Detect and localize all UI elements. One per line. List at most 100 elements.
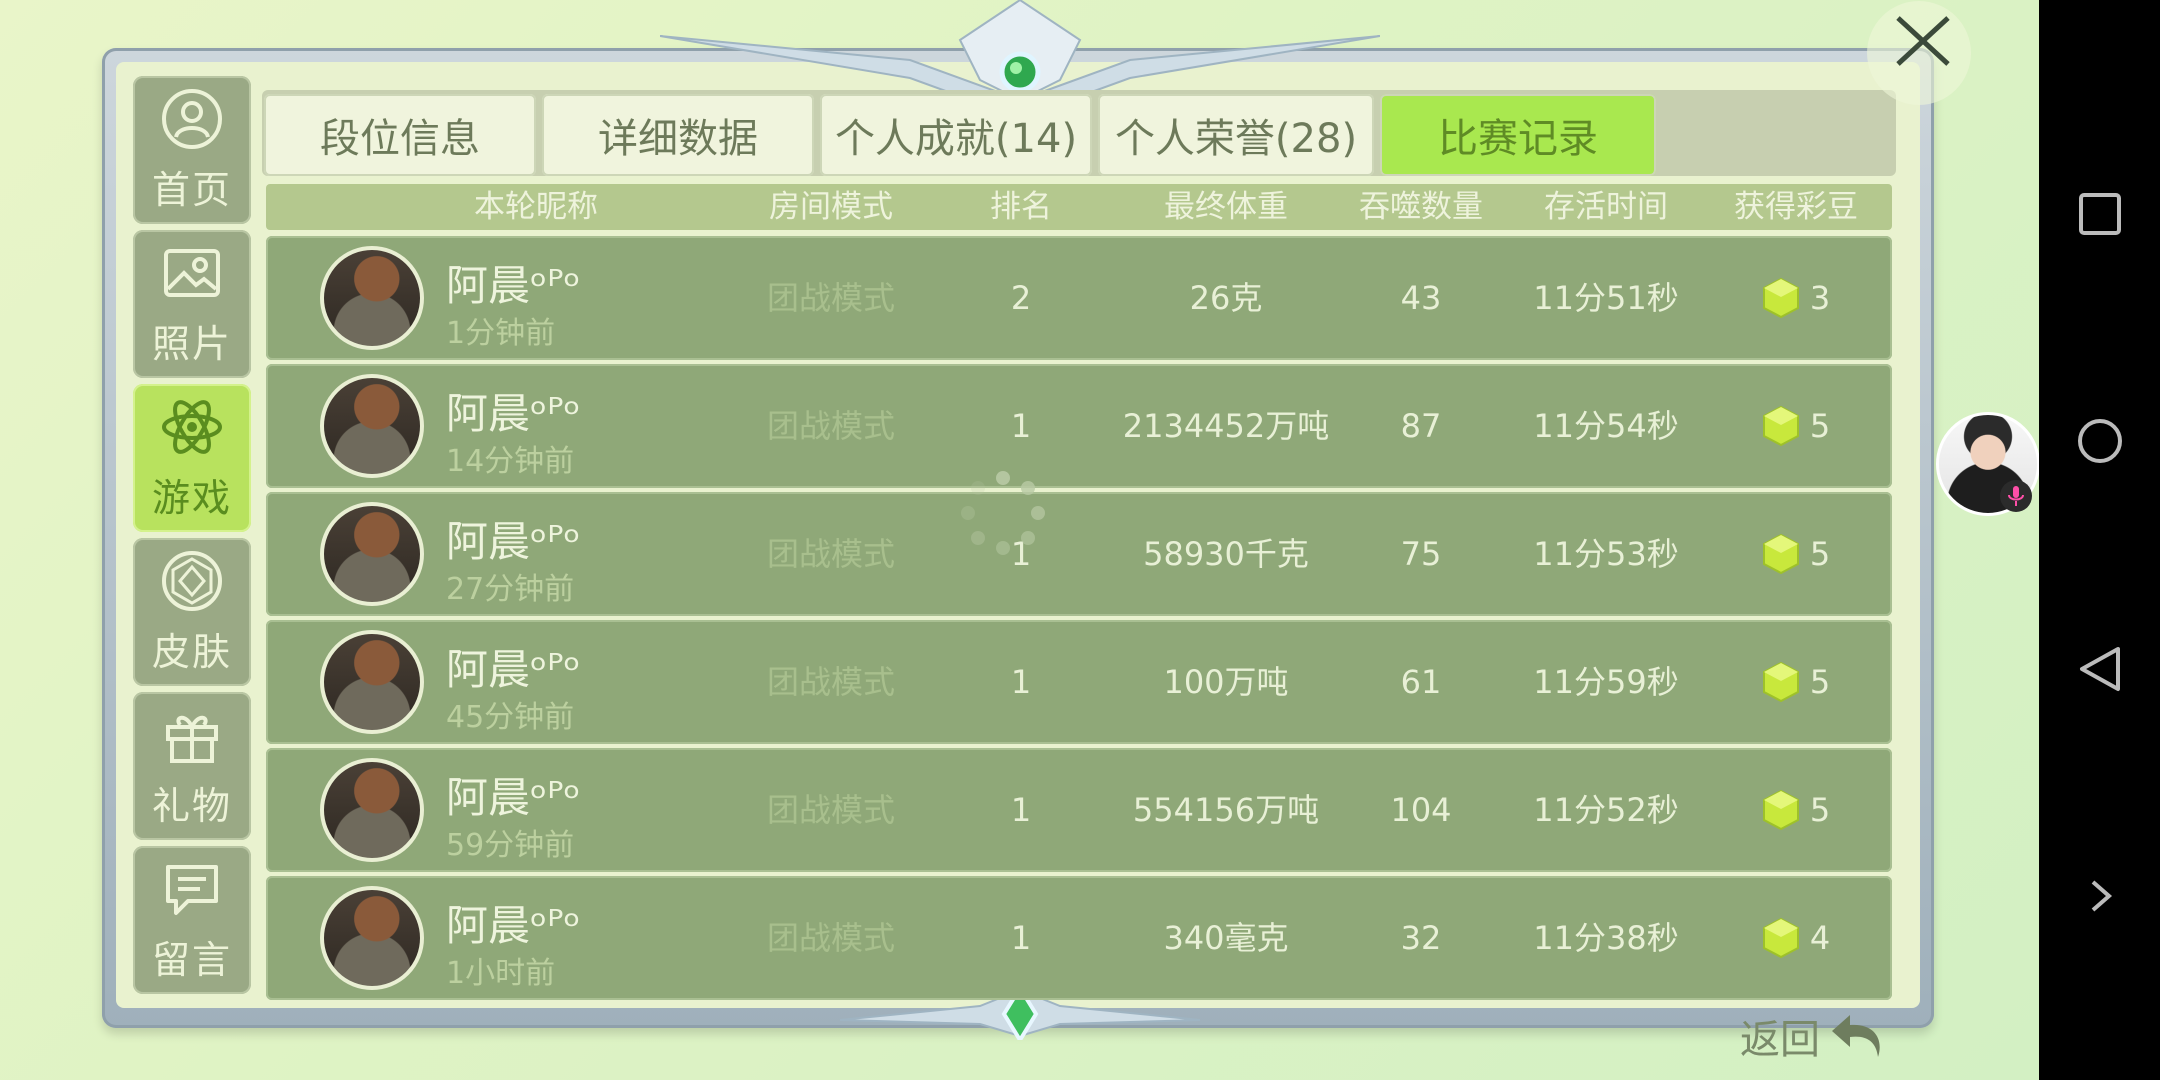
player-nickname: 阿晨ᵒᴾᵒ	[446, 389, 581, 438]
col-header-weight: 最终体重	[1164, 189, 1288, 225]
eaten-count: 61	[1400, 663, 1442, 701]
diamond-icon	[162, 550, 222, 611]
side-nav-gifts[interactable]: 礼物	[133, 692, 251, 840]
beans-value: 5	[1809, 663, 1831, 701]
tab-bar: 段位信息 详细数据 个人成就(14) 个人荣誉(28) 比赛记录	[264, 94, 1656, 176]
avatar[interactable]	[320, 246, 424, 350]
side-nav-games[interactable]: 游戏	[133, 384, 251, 532]
table-row[interactable]: 阿晨ᵒᴾᵒ 14分钟前 团战模式 1 2134452万吨 87 11分54秒 5	[266, 364, 1892, 488]
table-header: 本轮昵称 房间模式 排名 最终体重 吞噬数量 存活时间 获得彩豆	[266, 184, 1892, 230]
side-nav-home[interactable]: 首页	[133, 76, 251, 224]
back-button[interactable]: 返回	[1740, 992, 1980, 1080]
col-header-survival: 存活时间	[1544, 189, 1668, 225]
survival-time: 11分38秒	[1533, 919, 1679, 957]
player-nickname: 阿晨ᵒᴾᵒ	[446, 645, 581, 694]
loading-spinner-icon	[961, 471, 1045, 555]
android-nav-bar	[2039, 0, 2160, 1080]
side-nav-label: 礼物	[151, 783, 232, 828]
rank-value: 1	[1010, 663, 1032, 701]
player-nickname: 阿晨ᵒᴾᵒ	[446, 517, 581, 566]
survival-time: 11分54秒	[1533, 407, 1679, 445]
beans-value: 3	[1809, 279, 1831, 317]
player-nickname: 阿晨ᵒᴾᵒ	[446, 773, 581, 822]
photo-icon	[164, 248, 220, 297]
col-header-nickname: 本轮昵称	[474, 189, 598, 225]
eaten-count: 104	[1390, 791, 1452, 829]
home-user-icon	[162, 88, 222, 149]
match-time: 59分钟前	[446, 828, 575, 863]
beans-earned: 5	[1716, 620, 1876, 744]
tab-honors[interactable]: 个人荣誉(28)	[1098, 94, 1374, 176]
beans-earned: 5	[1716, 364, 1876, 488]
col-header-eaten: 吞噬数量	[1359, 189, 1483, 225]
eaten-count: 75	[1400, 535, 1442, 573]
beans-value: 5	[1809, 407, 1831, 445]
avatar[interactable]	[320, 502, 424, 606]
bean-icon	[1762, 789, 1799, 831]
circle-icon	[2077, 419, 2122, 464]
table-row[interactable]: 阿晨ᵒᴾᵒ 45分钟前 团战模式 1 100万吨 61 11分59秒 5	[266, 620, 1892, 744]
match-time: 27分钟前	[446, 572, 575, 607]
room-mode: 团战模式	[766, 279, 895, 317]
microphone-icon[interactable]	[2000, 480, 2032, 512]
eaten-count: 87	[1400, 407, 1442, 445]
table-row[interactable]: 阿晨ᵒᴾᵒ 1分钟前 团战模式 2 26克 43 11分51秒 3	[266, 236, 1892, 360]
side-nav-skins[interactable]: 皮肤	[133, 538, 251, 686]
beans-value: 4	[1809, 919, 1831, 957]
gift-icon	[166, 715, 218, 763]
close-icon[interactable]	[1866, 0, 1972, 106]
beans-earned: 3	[1716, 236, 1876, 360]
final-weight: 340毫克	[1163, 919, 1289, 957]
avatar[interactable]	[320, 374, 424, 478]
rank-value: 1	[1010, 791, 1032, 829]
side-nav-label: 游戏	[151, 475, 232, 520]
side-nav-messages[interactable]: 留言	[133, 846, 251, 994]
record-list: 阿晨ᵒᴾᵒ 1分钟前 团战模式 2 26克 43 11分51秒 3 阿晨ᵒᴾᵒ …	[266, 236, 1892, 1004]
bean-icon	[1762, 533, 1799, 575]
side-nav-photos[interactable]: 照片	[133, 230, 251, 378]
beans-earned: 5	[1716, 492, 1876, 616]
expand-button[interactable]	[2065, 861, 2135, 931]
bean-icon	[1762, 277, 1799, 319]
back-nav-button[interactable]	[2065, 634, 2135, 704]
back-label: 返回	[1740, 1017, 1820, 1063]
survival-time: 11分53秒	[1533, 535, 1679, 573]
avatar[interactable]	[320, 630, 424, 734]
side-nav-label: 照片	[151, 321, 232, 366]
beans-value: 5	[1809, 791, 1831, 829]
final-weight: 26克	[1189, 279, 1263, 317]
col-header-beans: 获得彩豆	[1734, 189, 1858, 225]
home-button[interactable]	[2065, 406, 2135, 476]
survival-time: 11分59秒	[1533, 663, 1679, 701]
side-nav-label: 留言	[151, 937, 232, 982]
beans-earned: 5	[1716, 748, 1876, 872]
table-row[interactable]: 阿晨ᵒᴾᵒ 27分钟前 团战模式 1 58930千克 75 11分53秒 5	[266, 492, 1892, 616]
avatar[interactable]	[320, 886, 424, 990]
room-mode: 团战模式	[766, 791, 895, 829]
room-mode: 团战模式	[766, 407, 895, 445]
tab-detailed-data[interactable]: 详细数据	[542, 94, 814, 176]
bean-icon	[1762, 917, 1799, 959]
recent-apps-button[interactable]	[2065, 179, 2135, 249]
survival-time: 11分52秒	[1533, 791, 1679, 829]
chevron-right-icon	[2091, 880, 2112, 912]
tab-match-records[interactable]: 比赛记录	[1380, 94, 1656, 176]
tab-rank-info[interactable]: 段位信息	[264, 94, 536, 176]
room-mode: 团战模式	[766, 663, 895, 701]
beans-value: 5	[1809, 535, 1831, 573]
table-row[interactable]: 阿晨ᵒᴾᵒ 1小时前 团战模式 1 340毫克 32 11分38秒 4	[266, 876, 1892, 1000]
final-weight: 554156万吨	[1132, 791, 1320, 829]
tab-achievements[interactable]: 个人成就(14)	[820, 94, 1092, 176]
survival-time: 11分51秒	[1533, 279, 1679, 317]
bean-icon	[1762, 405, 1799, 447]
player-nickname: 阿晨ᵒᴾᵒ	[446, 261, 581, 310]
avatar[interactable]	[320, 758, 424, 862]
side-nav-label: 首页	[151, 167, 232, 212]
beans-earned: 4	[1716, 876, 1876, 1000]
col-header-rank: 排名	[990, 189, 1052, 225]
table-row[interactable]: 阿晨ᵒᴾᵒ 59分钟前 团战模式 1 554156万吨 104 11分52秒 5	[266, 748, 1892, 872]
message-icon	[166, 864, 218, 915]
side-nav-label: 皮肤	[151, 629, 232, 674]
rank-value: 2	[1010, 279, 1032, 317]
atom-icon	[162, 399, 222, 454]
